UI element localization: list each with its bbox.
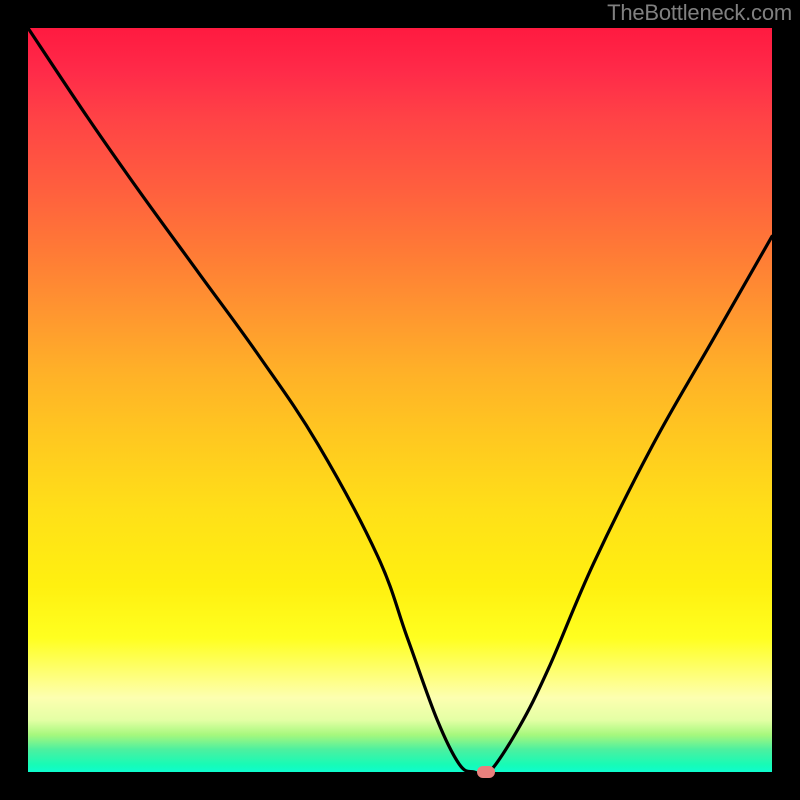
bottleneck-curve-path [28, 28, 772, 776]
curve-layer [28, 28, 772, 772]
chart-frame: TheBottleneck.com [0, 0, 800, 800]
watermark-label: TheBottleneck.com [607, 0, 792, 26]
optimal-point-marker [477, 766, 495, 778]
plot-area [28, 28, 772, 772]
